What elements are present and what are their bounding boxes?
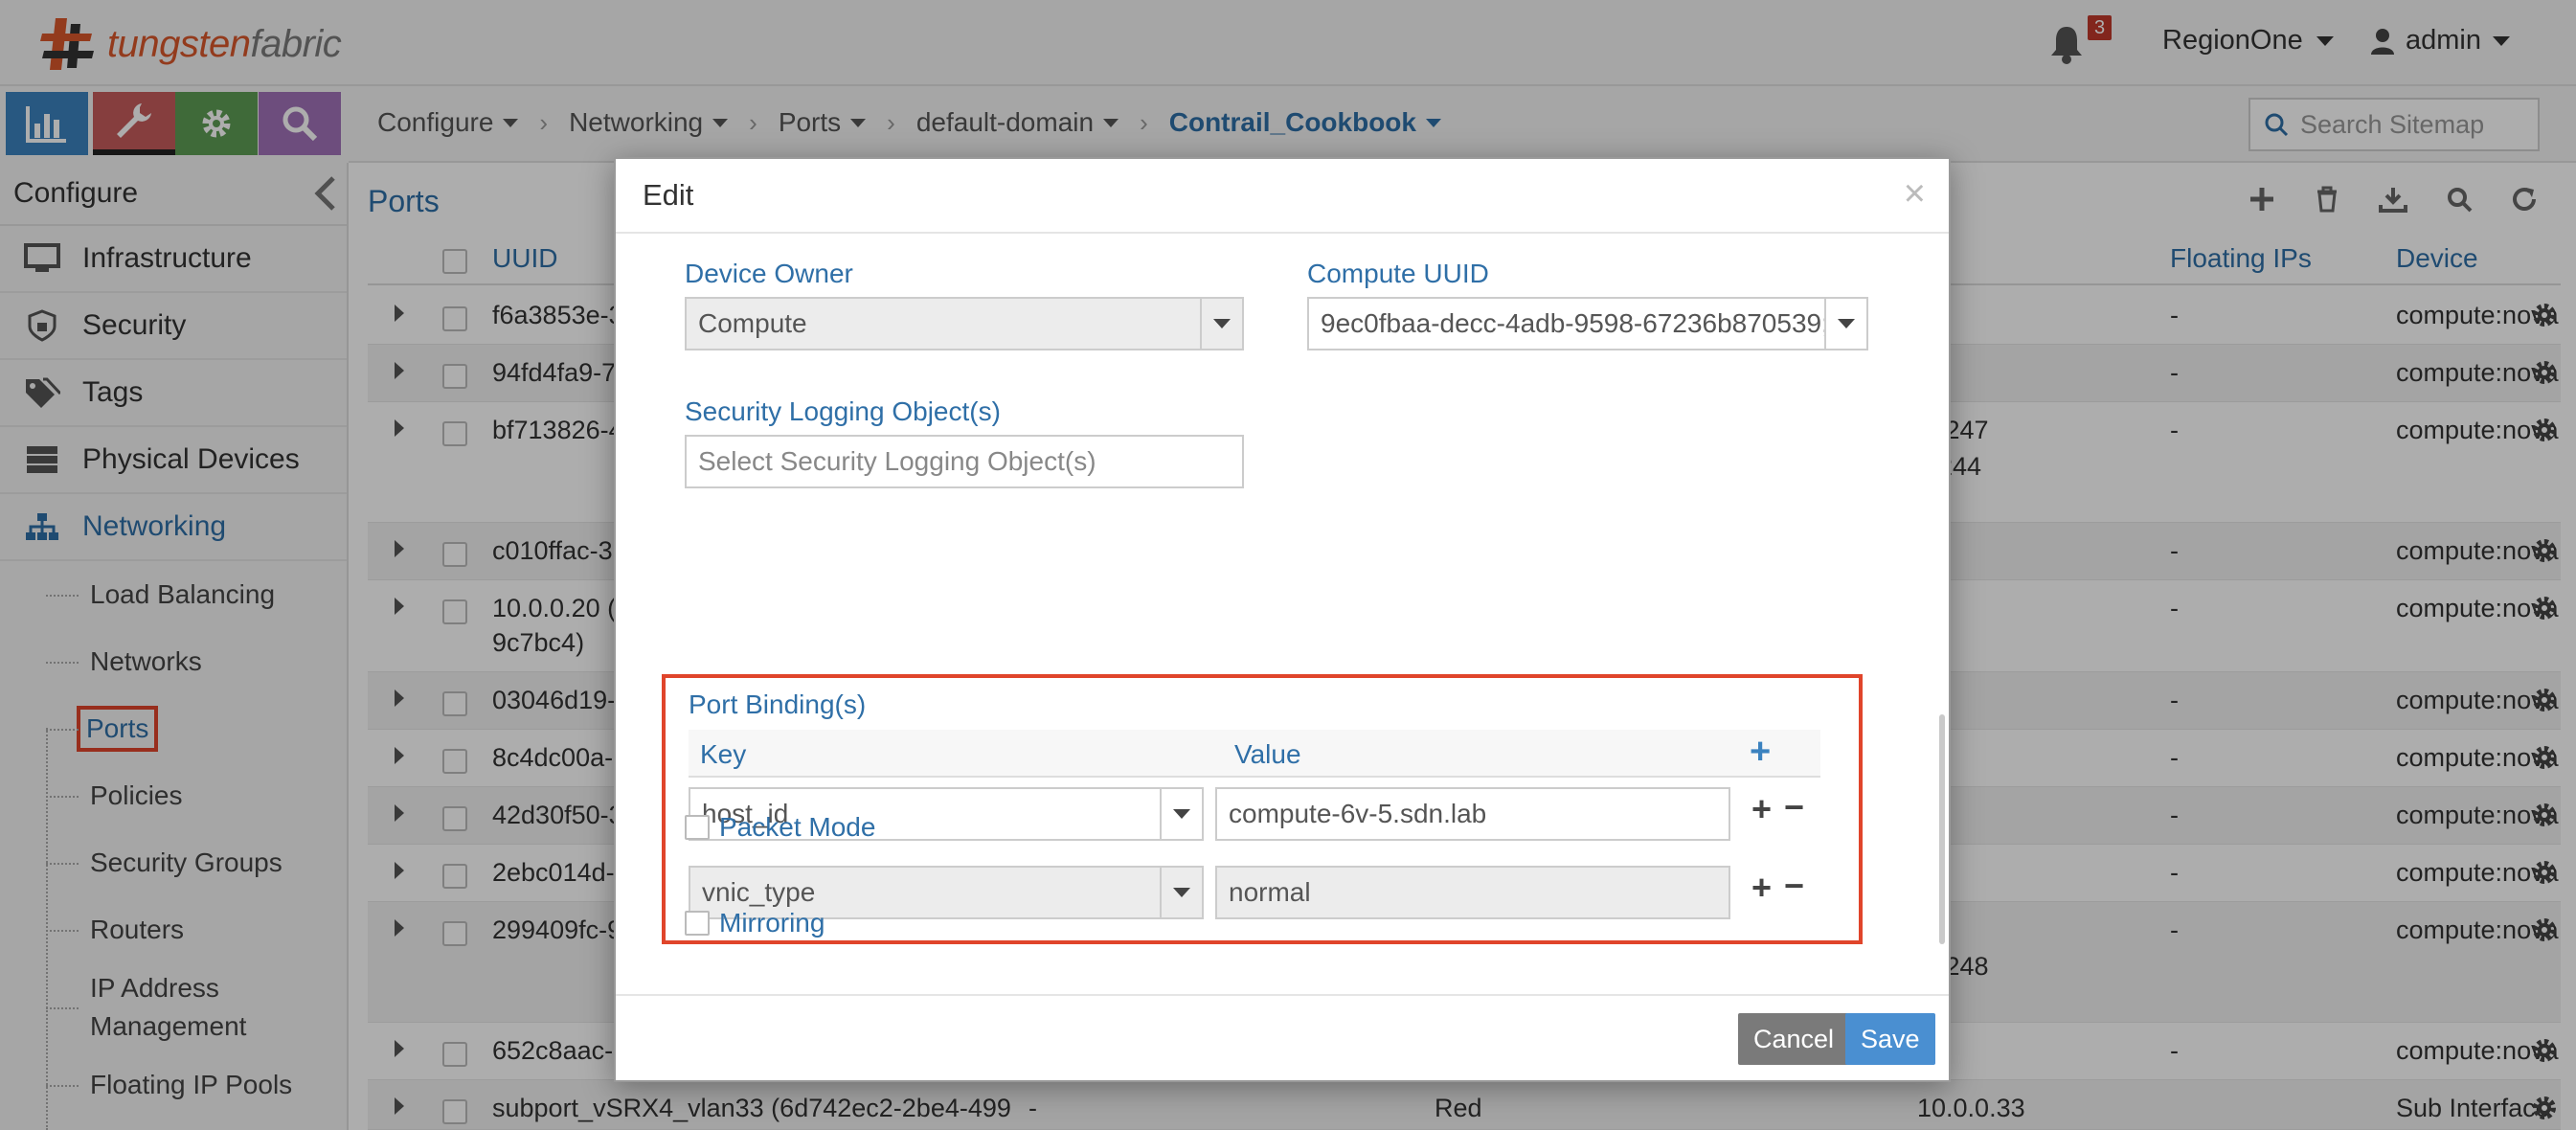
- packet-mode-checkbox[interactable]: Packet Mode: [685, 812, 875, 843]
- slo-label: Security Logging Object(s): [685, 396, 1001, 426]
- port-bindings-header: Key Value +: [689, 730, 1820, 778]
- cancel-button[interactable]: Cancel: [1738, 1013, 1850, 1065]
- checkbox-box[interactable]: [685, 815, 710, 840]
- close-icon[interactable]: ×: [1904, 172, 1926, 215]
- remove-row-icon[interactable]: −: [1784, 866, 1804, 906]
- chevron-down-icon: [1200, 299, 1242, 349]
- value-column-header: Value: [1234, 739, 1301, 769]
- binding-value-input[interactable]: compute-6v-5.sdn.lab: [1215, 787, 1730, 841]
- compute-uuid-value: 9ec0fbaa-decc-4adb-9598-67236b870539;9: [1321, 308, 1824, 338]
- mirroring-label: Mirroring: [719, 908, 825, 938]
- modal-title: Edit: [643, 178, 694, 212]
- port-bindings-section: Port Binding(s) Key Value + host_id comp…: [662, 674, 1863, 944]
- chevron-down-icon: [1160, 789, 1202, 839]
- add-row-icon[interactable]: +: [1751, 789, 1772, 829]
- packet-mode-label: Packet Mode: [719, 812, 876, 842]
- compute-uuid-select[interactable]: 9ec0fbaa-decc-4adb-9598-67236b870539;9: [1307, 297, 1868, 350]
- device-owner-select[interactable]: Compute: [685, 297, 1244, 350]
- add-binding-icon[interactable]: +: [1750, 732, 1771, 773]
- port-bindings-title: Port Binding(s): [689, 689, 867, 719]
- binding-value-input[interactable]: normal: [1215, 866, 1730, 919]
- add-row-icon[interactable]: +: [1751, 868, 1772, 908]
- chevron-down-icon: [1160, 868, 1202, 917]
- checkbox-box[interactable]: [685, 911, 710, 936]
- binding-key-value: vnic_type: [702, 877, 816, 907]
- remove-row-icon[interactable]: −: [1784, 787, 1804, 827]
- modal-header: Edit ×: [616, 159, 1949, 234]
- modal-scrollbar[interactable]: [1939, 714, 1945, 944]
- binding-value-text: normal: [1229, 877, 1311, 907]
- chevron-down-icon: [1824, 299, 1866, 349]
- key-column-header: Key: [700, 739, 747, 769]
- compute-uuid-label: Compute UUID: [1307, 259, 1489, 288]
- slo-placeholder: Select Security Logging Object(s): [698, 446, 1096, 476]
- edit-port-modal: Edit × Device Owner Compute Compute UUID…: [614, 157, 1951, 1082]
- device-owner-value: Compute: [698, 308, 807, 338]
- slo-multiselect[interactable]: Select Security Logging Object(s): [685, 435, 1244, 488]
- binding-value-text: compute-6v-5.sdn.lab: [1229, 799, 1487, 828]
- device-owner-label: Device Owner: [685, 259, 853, 288]
- modal-footer: Cancel Save: [616, 994, 1949, 1080]
- mirroring-checkbox[interactable]: Mirroring: [685, 908, 825, 938]
- save-button[interactable]: Save: [1845, 1013, 1935, 1065]
